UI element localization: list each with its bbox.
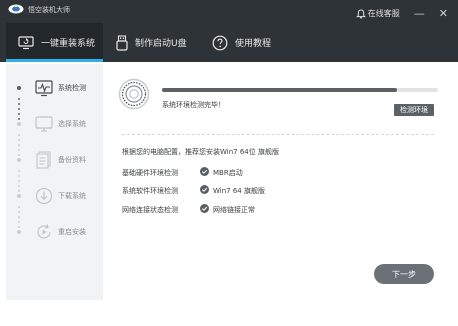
tab-label: 一键重装系统 [41, 39, 96, 49]
step-label: 重启安装 [58, 228, 86, 236]
check-value: 网络链接正常 [213, 206, 255, 214]
next-step-button[interactable]: 下一步 [374, 264, 434, 284]
step-label: 系统检测 [58, 84, 86, 92]
step-download-system: 下载系统 [6, 184, 103, 208]
app-logo-icon [8, 4, 24, 14]
step-label: 选择系统 [58, 120, 86, 128]
step-select-system: 选择系统 [6, 112, 103, 136]
step-dot [17, 122, 21, 126]
step-dot [17, 158, 21, 162]
help-question-icon [212, 35, 228, 50]
tab-make-usb[interactable]: 制作启动U盘 [116, 23, 187, 62]
bell-icon [355, 8, 366, 19]
check-value: Win7 64 旗舰版 [213, 187, 265, 195]
online-service-link[interactable]: 在线客服 [355, 8, 400, 19]
download-circle-icon [35, 187, 53, 205]
header-bar: 悟空装机大师 在线客服 — ✕ 一键重装系统 制作启动U盘 使用教程 [0, 0, 458, 62]
pulse-monitor-icon [35, 80, 53, 97]
online-service-label: 在线客服 [367, 9, 400, 18]
tab-reinstall-system[interactable]: 一键重装系统 [6, 23, 103, 62]
progress-ring-icon [118, 78, 150, 110]
check-label: 网络连接状态检测 [122, 206, 178, 214]
step-sidebar: 系统检测 选择系统 备份资料 下载系统 重启安装 [6, 64, 103, 300]
close-button[interactable]: ✕ [439, 8, 448, 19]
usb-drive-icon [116, 34, 128, 51]
check-label: 基础硬件环境检测 [122, 169, 178, 177]
step-restart-install: 重启安装 [6, 220, 103, 244]
check-value: MBR启动 [213, 169, 243, 177]
detection-status-text: 系统环境检测完毕！ [162, 101, 225, 109]
recommendation-text: 根据您的电脑配置，推荐您安装Win7 64位 旗舰版 [122, 148, 279, 156]
minimize-button[interactable]: — [414, 8, 425, 19]
app-window: 悟空装机大师 在线客服 — ✕ 一键重装系统 制作启动U盘 使用教程 系统检测 … [0, 0, 458, 326]
detection-progress-bar [162, 88, 438, 92]
check-circle-icon [200, 185, 209, 194]
dashed-divider [122, 134, 434, 135]
tab-label: 使用教程 [235, 39, 272, 49]
active-tab-indicator [6, 59, 103, 62]
monitor-icon [35, 116, 53, 132]
step-label: 下载系统 [58, 192, 86, 200]
step-backup-data: 备份资料 [6, 148, 103, 172]
step-label: 备份资料 [58, 156, 86, 164]
document-backup-icon [36, 151, 51, 169]
step-dot [17, 86, 21, 90]
app-title: 悟空装机大师 [28, 6, 70, 14]
progress-fill [162, 88, 397, 92]
restart-install-icon [37, 224, 51, 239]
check-circle-icon [200, 167, 209, 176]
check-circle-icon [200, 204, 209, 213]
step-dot [17, 194, 21, 198]
tab-tutorial[interactable]: 使用教程 [212, 23, 271, 62]
check-environment-button[interactable]: 检测环境 [394, 104, 434, 116]
check-label: 系统软件环境检测 [122, 187, 178, 195]
window-controls: 在线客服 — ✕ [355, 8, 448, 19]
step-dot [17, 230, 21, 234]
step-system-detect: 系统检测 [6, 76, 103, 100]
tab-label: 制作启动U盘 [135, 39, 187, 49]
main-panel: 系统环境检测完毕！ 检测环境 根据您的电脑配置，推荐您安装Win7 64位 旗舰… [104, 64, 450, 300]
monitor-reinstall-icon [18, 35, 34, 49]
